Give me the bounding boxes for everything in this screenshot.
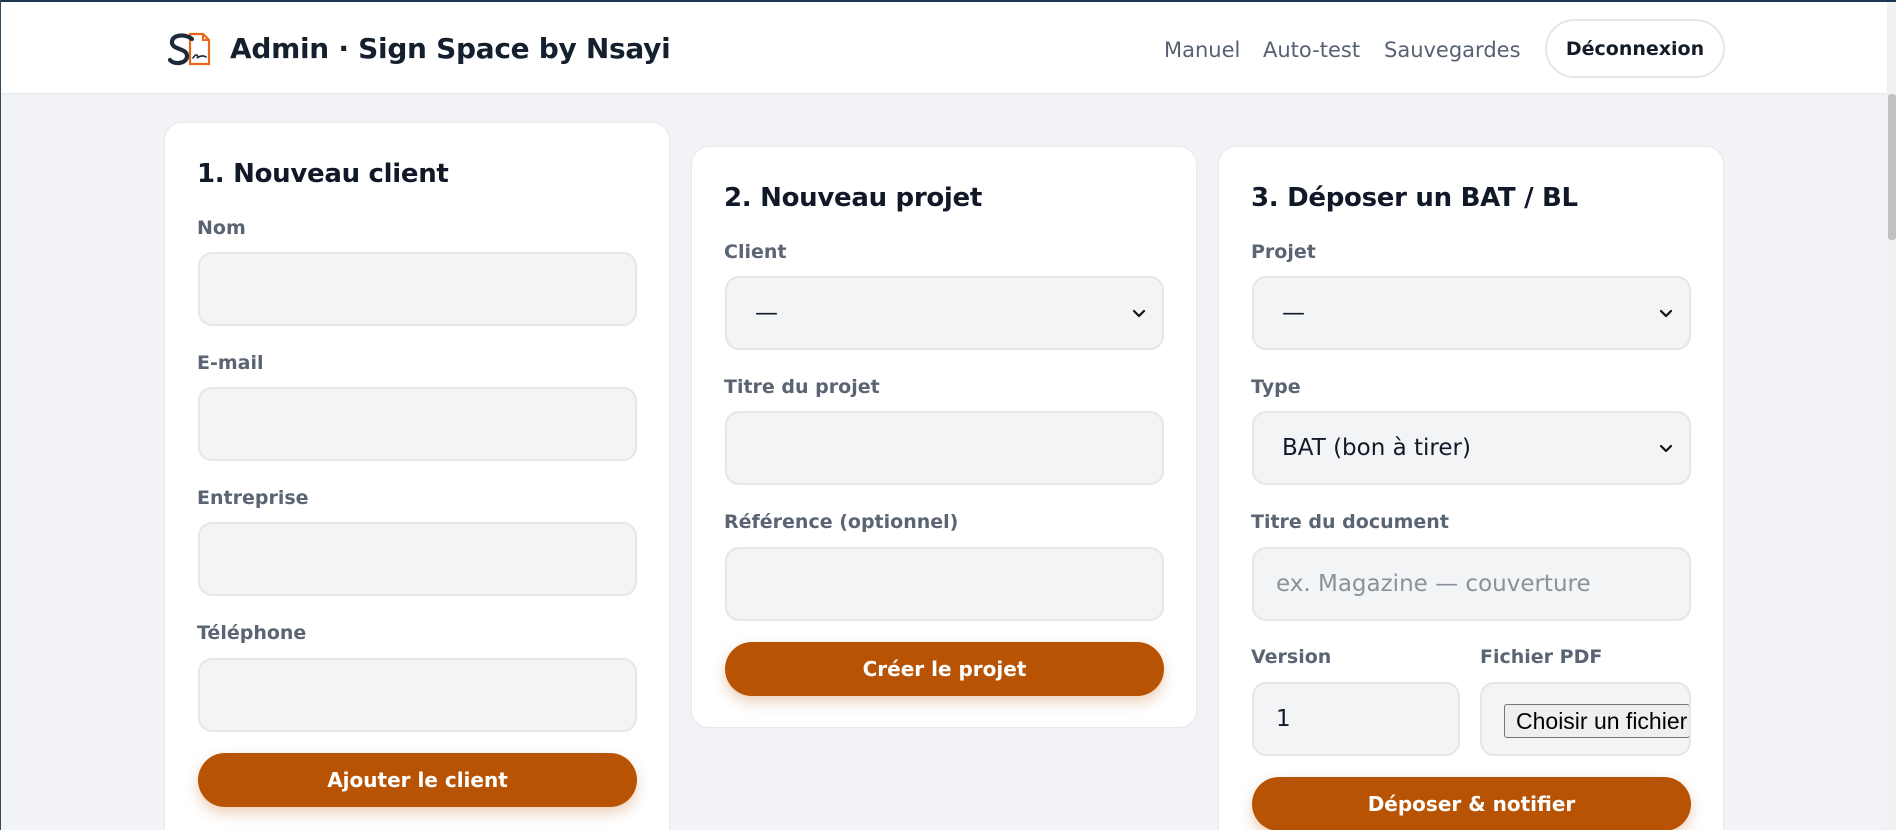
logout-button[interactable]: Déconnexion: [1545, 19, 1725, 78]
client-email-input[interactable]: [198, 387, 637, 461]
pdf-file-input: Choisir un fichier: [1480, 682, 1691, 756]
page-scrollbar-thumb[interactable]: [1888, 94, 1896, 240]
document-title-label: Titre du document: [1251, 511, 1449, 533]
brand-title: Admin · Sign Space by Nsayi: [230, 32, 671, 65]
client-select-value: —: [755, 300, 778, 326]
nav-link-self-test[interactable]: Auto-test: [1263, 35, 1360, 65]
client-select[interactable]: —: [725, 276, 1164, 350]
client-name-input[interactable]: [198, 252, 637, 326]
version-input[interactable]: 1: [1252, 682, 1460, 756]
reference-label: Référence (optionnel): [724, 511, 959, 533]
type-label: Type: [1251, 376, 1301, 398]
card-title: 1. Nouveau client: [197, 159, 449, 189]
project-select-value: —: [1282, 300, 1305, 326]
project-label: Projet: [1251, 241, 1316, 263]
client-company-input[interactable]: [198, 522, 637, 596]
chevron-down-icon: [1659, 444, 1673, 453]
upload-and-notify-button[interactable]: Déposer & notifier: [1252, 777, 1691, 830]
create-project-button[interactable]: Créer le projet: [725, 642, 1164, 696]
client-label: Client: [724, 241, 787, 263]
nav-link-manual[interactable]: Manuel: [1164, 35, 1240, 65]
add-client-button[interactable]: Ajouter le client: [198, 753, 637, 807]
project-title-input[interactable]: [725, 411, 1164, 485]
project-title-label: Titre du projet: [724, 376, 880, 398]
company-label: Entreprise: [197, 487, 309, 509]
card-title: 3. Déposer un BAT / BL: [1251, 183, 1578, 213]
upload-document-card: 3. Déposer un BAT / BL Projet — Type BAT…: [1218, 146, 1724, 830]
chevron-down-icon: [1659, 309, 1673, 318]
phone-label: Téléphone: [197, 622, 307, 644]
client-phone-input[interactable]: [198, 658, 637, 732]
card-title: 2. Nouveau projet: [724, 183, 983, 213]
top-header: Admin · Sign Space by Nsayi Manuel Auto-…: [1, 2, 1887, 94]
project-select[interactable]: —: [1252, 276, 1691, 350]
chevron-down-icon: [1132, 309, 1146, 318]
email-label: E-mail: [197, 352, 264, 374]
name-label: Nom: [197, 217, 246, 239]
new-client-card: 1. Nouveau client Nom E-mail Entreprise …: [164, 122, 670, 830]
reference-input[interactable]: [725, 547, 1164, 621]
window-frame-left: [0, 0, 1, 830]
nav-link-backups[interactable]: Sauvegardes: [1384, 35, 1521, 65]
document-title-input[interactable]: ex. Magazine — couverture: [1252, 547, 1691, 621]
choose-file-button[interactable]: Choisir un fichier: [1504, 704, 1689, 738]
document-type-value: BAT (bon à tirer): [1282, 435, 1471, 461]
document-type-select[interactable]: BAT (bon à tirer): [1252, 411, 1691, 485]
pdf-file-label: Fichier PDF: [1480, 646, 1603, 668]
version-label: Version: [1251, 646, 1332, 668]
new-project-card: 2. Nouveau projet Client — Titre du proj…: [691, 146, 1197, 728]
sign-space-logo: [167, 32, 211, 66]
